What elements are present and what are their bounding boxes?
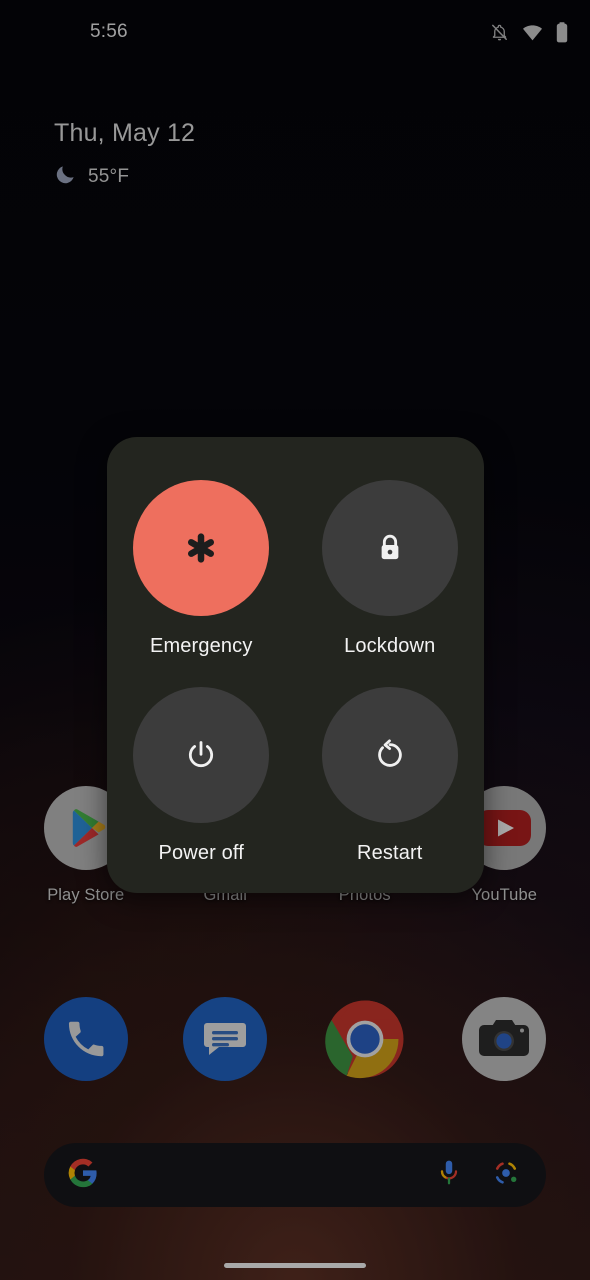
power-menu-item-restart[interactable]: Restart: [296, 686, 485, 894]
power-menu-item-label: Lockdown: [344, 635, 436, 657]
power-menu-item-lockdown[interactable]: Lockdown: [296, 480, 485, 687]
power-menu-item-label: Restart: [356, 841, 423, 864]
phone-screen: 5:56 Thu, May 12 55°F Play Store Gmail P…: [0, 0, 590, 1280]
lock-icon[interactable]: [321, 480, 458, 616]
power-menu-item-label: Power off: [158, 841, 244, 864]
emergency-asterisk-icon[interactable]: [133, 480, 270, 616]
restart-icon[interactable]: [321, 686, 458, 823]
power-menu-dialog: Emergency Lockdown Power off Restart: [107, 437, 484, 893]
power-menu-item-power-off[interactable]: Power off: [107, 686, 296, 894]
power-icon[interactable]: [133, 686, 270, 823]
power-menu-item-label: Emergency: [149, 635, 253, 657]
power-menu-item-emergency[interactable]: Emergency: [107, 480, 296, 687]
